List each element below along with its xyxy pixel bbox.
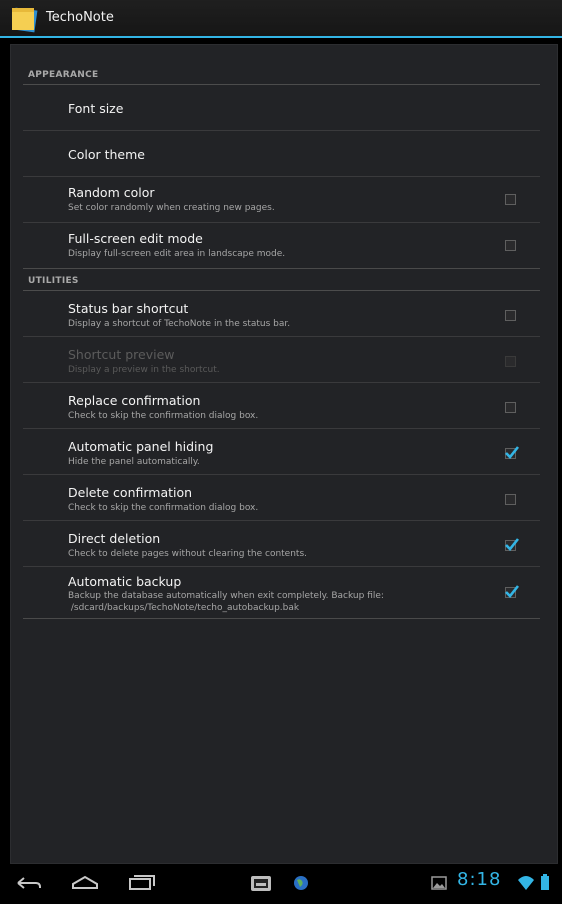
- settings-panel: APPEARANCE Font size Color theme Random …: [10, 44, 558, 864]
- pref-title: Replace confirmation: [68, 393, 201, 408]
- checkmark-icon: [505, 446, 520, 459]
- pref-title: Font size: [68, 101, 124, 116]
- pref-automatic-panel-hiding[interactable]: Automatic panel hiding Hide the panel au…: [23, 429, 540, 475]
- status-bar-shortcut-checkbox[interactable]: [505, 310, 516, 321]
- pref-summary: Set color randomly when creating new pag…: [68, 203, 275, 213]
- home-icon[interactable]: [70, 866, 100, 900]
- pref-title: Direct deletion: [68, 531, 161, 546]
- automatic-panel-hiding-checkbox[interactable]: [505, 446, 520, 459]
- action-bar: TechoNote: [0, 0, 562, 38]
- pref-summary: Hide the panel automatically.: [68, 457, 200, 467]
- app-logo-icon[interactable]: [10, 6, 40, 34]
- section-header-utilities: UTILITIES: [23, 269, 540, 291]
- pref-replace-confirmation[interactable]: Replace confirmation Check to skip the c…: [23, 383, 540, 429]
- shortcut-preview-checkbox: [505, 356, 516, 367]
- delete-confirmation-checkbox[interactable]: [505, 494, 516, 505]
- random-color-checkbox[interactable]: [505, 194, 516, 205]
- battery-icon: [538, 866, 552, 900]
- pref-summary: Check to skip the confirmation dialog bo…: [68, 503, 259, 513]
- pref-summary: Check to delete pages without clearing t…: [68, 549, 307, 559]
- pref-summary: Check to skip the confirmation dialog bo…: [68, 411, 259, 421]
- pref-title: Status bar shortcut: [68, 301, 189, 316]
- wifi-icon: [516, 866, 536, 900]
- pref-title: Full-screen edit mode: [68, 231, 203, 246]
- pref-shortcut-preview: Shortcut preview Display a preview in th…: [23, 337, 540, 383]
- pref-automatic-backup[interactable]: Automatic backup Backup the database aut…: [23, 567, 540, 619]
- replace-confirmation-checkbox[interactable]: [505, 402, 516, 413]
- keyboard-switch-icon[interactable]: [248, 866, 274, 900]
- pref-title: Automatic backup: [68, 574, 182, 589]
- globe-notification-icon[interactable]: [290, 866, 312, 900]
- recent-apps-icon[interactable]: [127, 866, 157, 900]
- direct-deletion-checkbox[interactable]: [505, 538, 520, 551]
- pref-summary: Display a preview in the shortcut.: [68, 365, 220, 375]
- checkmark-icon: [505, 585, 520, 598]
- pref-fullscreen-edit-mode[interactable]: Full-screen edit mode Display full-scree…: [23, 223, 540, 269]
- pref-font-size[interactable]: Font size: [23, 85, 540, 131]
- automatic-backup-checkbox[interactable]: [505, 585, 520, 598]
- pref-color-theme[interactable]: Color theme: [23, 131, 540, 177]
- clock[interactable]: 8:18: [457, 869, 501, 890]
- system-bar: 8:18: [0, 866, 562, 900]
- pref-direct-deletion[interactable]: Direct deletion Check to delete pages wi…: [23, 521, 540, 567]
- gallery-notification-icon[interactable]: [428, 866, 450, 900]
- pref-summary-line1: Backup the database automatically when e…: [68, 591, 384, 601]
- pref-summary-line2: /sdcard/backups/TechoNote/techo_autoback…: [68, 603, 300, 613]
- fullscreen-edit-checkbox[interactable]: [505, 240, 516, 251]
- pref-delete-confirmation[interactable]: Delete confirmation Check to skip the co…: [23, 475, 540, 521]
- section-header-appearance: APPEARANCE: [23, 45, 540, 85]
- pref-summary: Display full-screen edit area in landsca…: [68, 249, 286, 259]
- pref-title: Random color: [68, 185, 155, 200]
- app-title: TechoNote: [46, 10, 114, 25]
- checkmark-icon: [505, 538, 520, 551]
- pref-title: Shortcut preview: [68, 347, 175, 362]
- pref-title: Color theme: [68, 147, 145, 162]
- pref-title: Automatic panel hiding: [68, 439, 214, 454]
- pref-status-bar-shortcut[interactable]: Status bar shortcut Display a shortcut o…: [23, 291, 540, 337]
- back-icon[interactable]: [14, 866, 44, 900]
- pref-title: Delete confirmation: [68, 485, 193, 500]
- pref-summary: Display a shortcut of TechoNote in the s…: [68, 319, 291, 329]
- pref-random-color[interactable]: Random color Set color randomly when cre…: [23, 177, 540, 223]
